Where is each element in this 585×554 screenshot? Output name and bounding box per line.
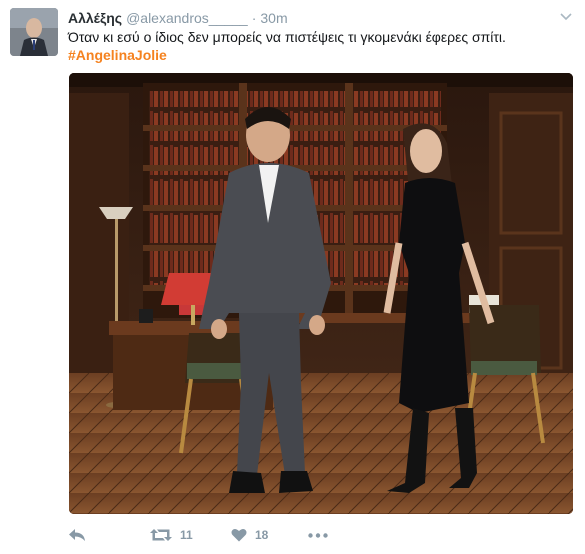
tweet-actions: 11 18 (68, 526, 568, 548)
photo-scene (69, 73, 573, 514)
chevron-down-icon[interactable] (560, 10, 572, 24)
author-name[interactable]: Αλλέξης (68, 10, 122, 26)
tweet-photo[interactable] (69, 73, 573, 514)
heart-icon (231, 528, 247, 542)
separator-dot: · (251, 10, 257, 26)
tweet-timestamp[interactable]: 30m (260, 10, 287, 26)
retweet-icon (150, 529, 172, 541)
like-button[interactable]: 18 (231, 528, 268, 542)
tweet-text: Όταν κι εσύ ο ίδιος δεν μπορείς να πιστέ… (68, 29, 506, 45)
author-handle[interactable]: @alexandros_____ (126, 10, 248, 26)
reply-icon (69, 529, 85, 541)
avatar-image (10, 8, 58, 56)
like-count: 18 (255, 528, 269, 542)
tweet-header: Αλλέξης @alexandros_____ · 30m (68, 9, 288, 27)
reply-button[interactable] (68, 528, 86, 542)
retweet-button[interactable]: 11 (150, 528, 193, 542)
more-button[interactable] (308, 533, 328, 538)
retweet-count: 11 (180, 528, 193, 542)
hashtag-link[interactable]: #AngelinaJolie (68, 46, 167, 65)
avatar[interactable] (10, 8, 58, 56)
more-icon (308, 533, 328, 538)
